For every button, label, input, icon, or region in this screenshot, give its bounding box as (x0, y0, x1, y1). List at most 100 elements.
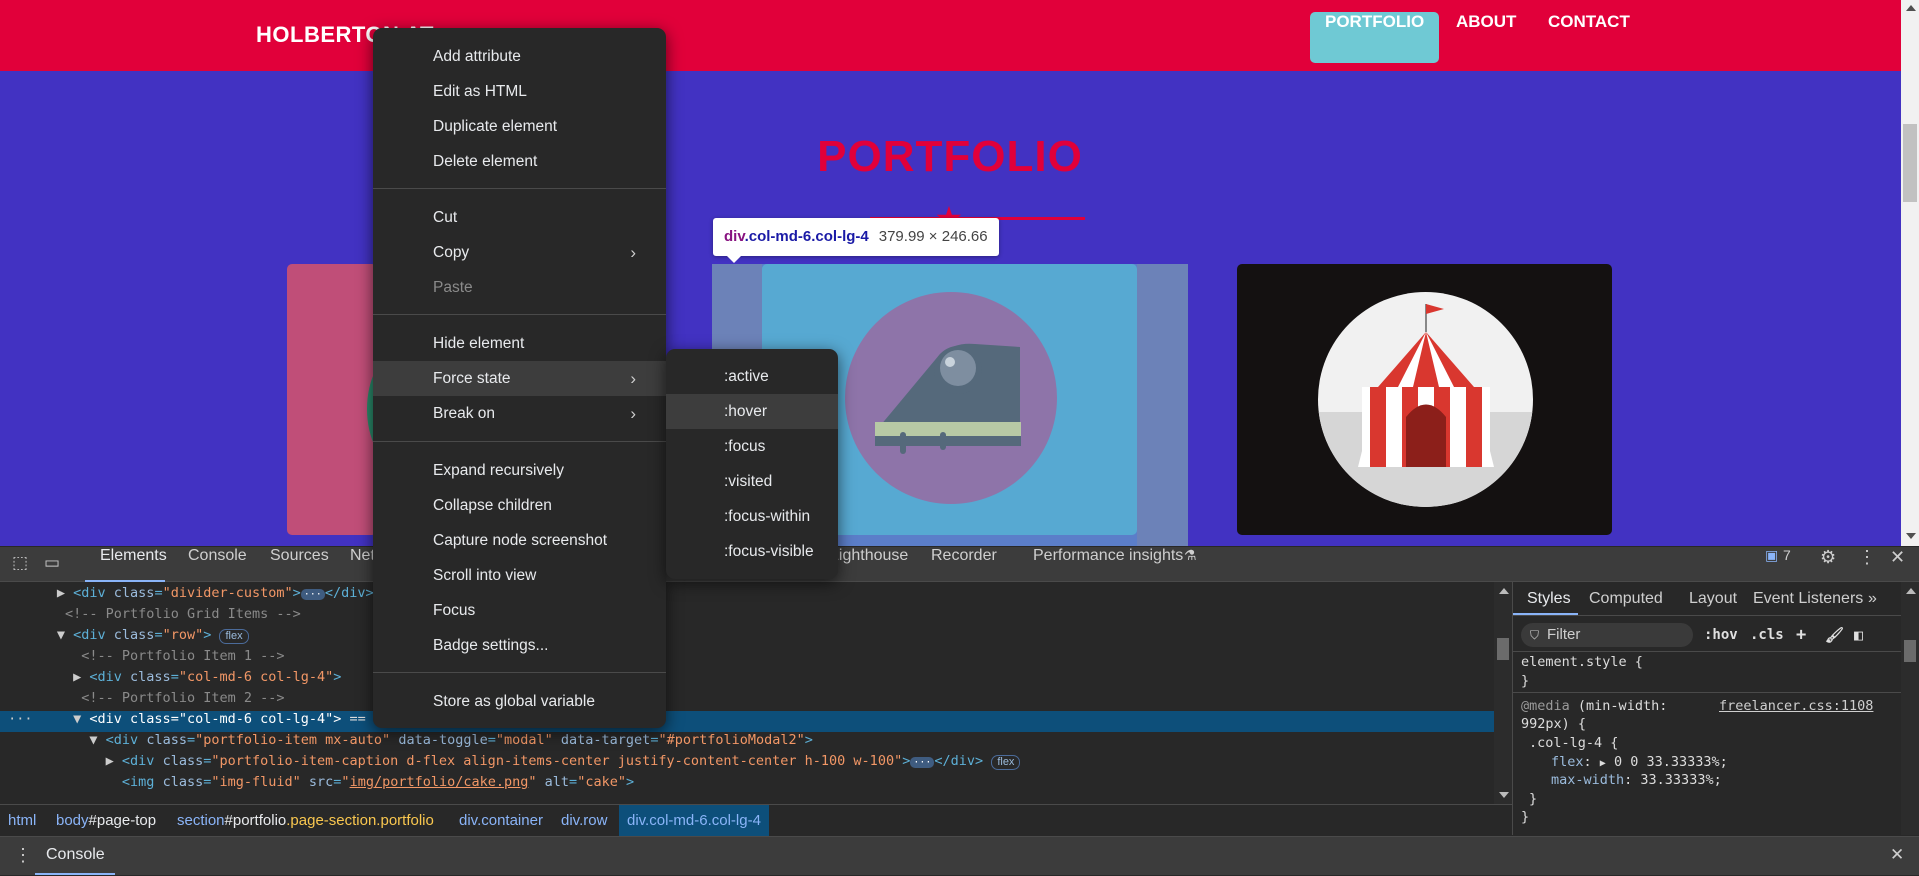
new-rule-plus-icon[interactable]: + (1796, 623, 1806, 647)
tab-recorder[interactable]: Recorder (931, 547, 997, 582)
dom-node-row[interactable]: ▼ <div class="row"> flex (0, 627, 1494, 648)
menu-item-copy[interactable]: Copy › (373, 235, 666, 270)
scroll-up-arrow-icon[interactable] (1906, 588, 1916, 594)
menu-item-duplicate-element[interactable]: Duplicate element (373, 109, 666, 144)
css-prop-max-width[interactable]: max-width: 33.33333%; (1551, 771, 1722, 789)
state-focus[interactable]: :focus (666, 429, 838, 464)
menu-item-paste[interactable]: Paste (373, 270, 666, 305)
close-devtools-icon[interactable]: ✕ (1890, 547, 1905, 582)
source-link[interactable]: freelancer.css:1108 (1719, 697, 1873, 715)
dom-node-img[interactable]: <img class="img-fluid" src="img/portfoli… (0, 774, 1494, 795)
tab-performance-insights[interactable]: Performance insights (1033, 547, 1183, 582)
menu-separator (373, 314, 666, 315)
nav-link-about[interactable]: ABOUT (1441, 12, 1531, 63)
scroll-down-arrow-icon[interactable] (1906, 533, 1916, 539)
hov-toggle[interactable]: :hov (1704, 623, 1738, 647)
portfolio-item-1[interactable] (287, 264, 377, 535)
css-prop-flex[interactable]: flex: ▶ 0 0 33.33333%; (1551, 753, 1728, 773)
more-options-icon[interactable]: ⋮ (1858, 547, 1876, 582)
tab-computed[interactable]: Computed (1589, 582, 1663, 616)
dom-node-divider[interactable]: ▶ <div class="divider-custom"> ··· </div> (0, 585, 1494, 606)
breadcrumb-html[interactable]: html (8, 805, 36, 836)
dom-comment[interactable]: <!-- Portfolio Grid Items --> (0, 606, 1494, 627)
flex-badge[interactable]: flex (219, 629, 249, 644)
styles-filter-input[interactable]: ⛉ Filter (1521, 623, 1693, 647)
collapsed-ellipsis[interactable]: ··· (910, 757, 935, 768)
menu-item-edit-as-html[interactable]: Edit as HTML (373, 74, 666, 109)
menu-item-break-on[interactable]: Break on › (373, 396, 666, 431)
tab-console[interactable]: Console (188, 547, 247, 582)
flex-badge[interactable]: flex (991, 755, 1021, 770)
tab-network[interactable]: Net (350, 547, 375, 582)
dom-node-portfolio-item[interactable]: ▼ <div class="portfolio-item mx-auto" da… (0, 732, 1494, 753)
circus-tent-image (1318, 292, 1533, 507)
issues-icon[interactable]: ▣ (1765, 547, 1778, 582)
tab-elements[interactable]: Elements (100, 547, 167, 582)
page-scrollbar[interactable] (1901, 0, 1919, 546)
state-visited[interactable]: :visited (666, 464, 838, 499)
dom-comment[interactable]: <!-- Portfolio Item 2 --> (0, 690, 1494, 711)
chevron-right-icon: › (630, 404, 636, 423)
tab-sources[interactable]: Sources (270, 547, 329, 582)
breadcrumb-row[interactable]: div.row (561, 805, 607, 836)
state-active[interactable]: :active (666, 359, 838, 394)
tab-styles[interactable]: Styles (1527, 582, 1571, 616)
menu-item-capture-node-screenshot[interactable]: Capture node screenshot (373, 523, 666, 558)
state-focus-within[interactable]: :focus-within (666, 499, 838, 534)
scroll-up-arrow-icon[interactable] (1499, 588, 1509, 594)
paint-brush-icon[interactable]: 🖌 (1825, 623, 1844, 647)
state-hover[interactable]: :hover (666, 394, 838, 429)
drawer-tab-console[interactable]: Console (46, 837, 105, 876)
dom-node-selected[interactable]: ··· ▼ <div class="col-md-6 col-lg-4"> ==… (0, 711, 1494, 732)
cls-toggle[interactable]: .cls (1750, 623, 1784, 647)
scroll-up-arrow-icon[interactable] (1906, 5, 1916, 11)
toggle-sidebar-icon[interactable]: ◧ (1854, 623, 1863, 647)
dom-node-portfolio-item-1[interactable]: ▶ <div class="col-md-6 col-lg-4"> (0, 669, 1494, 690)
collapsed-ellipsis[interactable]: ··· (300, 589, 325, 600)
expand-triangle-icon[interactable]: ▶ (1600, 758, 1606, 769)
menu-item-focus[interactable]: Focus (373, 593, 666, 628)
menu-item-badge-settings[interactable]: Badge settings... (373, 628, 666, 663)
chevron-right-icon: › (630, 369, 636, 388)
dom-node-caption[interactable]: ▶ <div class="portfolio-item-caption d-f… (0, 753, 1494, 774)
more-tabs-chevron-icon[interactable]: » (1868, 582, 1877, 616)
cake-image (845, 292, 1057, 504)
dom-comment[interactable]: <!-- Portfolio Item 1 --> (0, 648, 1494, 669)
drawer-menu-icon[interactable]: ⋮ (14, 845, 32, 866)
breadcrumb-selected[interactable]: div.col-md-6.col-lg-4 (619, 805, 769, 836)
menu-item-force-state[interactable]: Force state › (373, 361, 666, 396)
page-scrollbar-thumb[interactable] (1903, 124, 1917, 202)
styles-scrollbar[interactable] (1901, 582, 1919, 835)
menu-item-scroll-into-view[interactable]: Scroll into view (373, 558, 666, 593)
menu-item-delete-element[interactable]: Delete element (373, 144, 666, 179)
nav-link-contact[interactable]: CONTACT (1533, 12, 1645, 63)
css-selector[interactable]: .col-lg-4 { (1529, 734, 1618, 752)
issues-count[interactable]: 7 (1783, 547, 1791, 582)
elements-scrollbar-thumb[interactable] (1497, 638, 1509, 660)
menu-item-add-attribute[interactable]: Add attribute (373, 39, 666, 74)
device-toolbar-icon[interactable]: ▭ (44, 553, 60, 573)
chevron-right-icon: › (630, 243, 636, 262)
state-focus-visible[interactable]: :focus-visible (666, 534, 838, 569)
breadcrumb-section[interactable]: section#portfolio.page-section.portfolio (177, 805, 434, 836)
menu-item-expand-recursively[interactable]: Expand recursively (373, 453, 666, 488)
settings-gear-icon[interactable]: ⚙ (1820, 547, 1836, 582)
nav-link-portfolio[interactable]: PORTFOLIO (1310, 12, 1440, 63)
media-query[interactable]: @media (min-width: (1521, 697, 1667, 715)
breadcrumb-container[interactable]: div.container (459, 805, 543, 836)
menu-item-collapse-children[interactable]: Collapse children (373, 488, 666, 523)
menu-item-cut[interactable]: Cut (373, 200, 666, 235)
tab-event-listeners[interactable]: Event Listeners (1753, 582, 1863, 616)
menu-item-hide-element[interactable]: Hide element (373, 326, 666, 361)
tab-layout[interactable]: Layout (1689, 582, 1737, 616)
styles-scrollbar-thumb[interactable] (1904, 640, 1916, 662)
element-style-rule[interactable]: element.style { (1521, 653, 1643, 671)
tab-lighthouse[interactable]: Lighthouse (830, 547, 908, 582)
elements-scrollbar[interactable] (1494, 582, 1512, 804)
scroll-down-arrow-icon[interactable] (1499, 792, 1509, 798)
close-drawer-icon[interactable]: ✕ (1890, 845, 1904, 865)
inspect-element-icon[interactable]: ⬚ (12, 553, 28, 573)
menu-item-store-as-global-variable[interactable]: Store as global variable (373, 684, 666, 719)
highlight-padding-right (1137, 264, 1188, 546)
breadcrumb-body[interactable]: body#page-top (56, 805, 156, 836)
